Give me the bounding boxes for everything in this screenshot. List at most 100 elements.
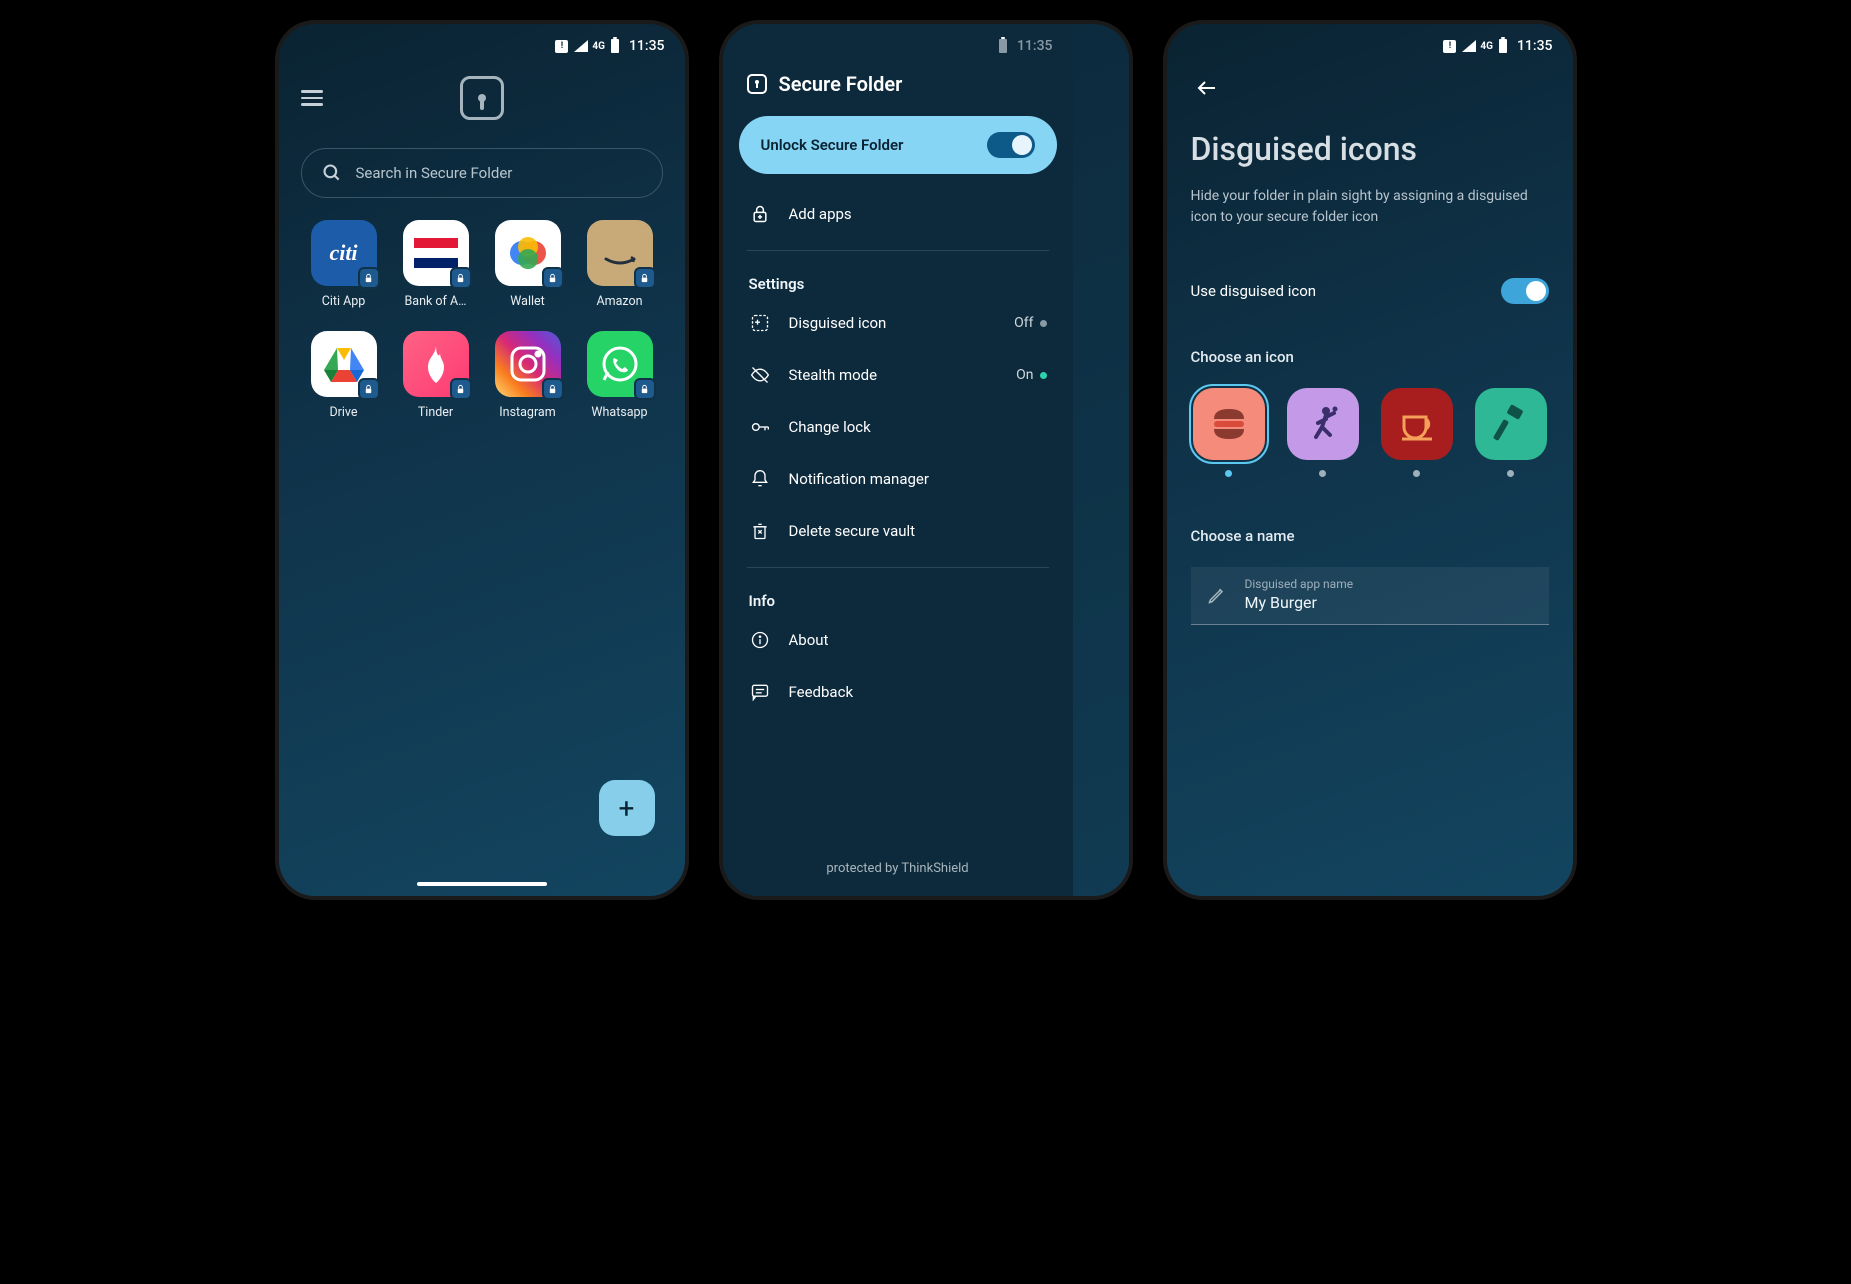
drawer-title: Secure Folder: [723, 58, 1073, 116]
status-bar: ! 4G 11:35: [279, 24, 685, 58]
app-icon: [587, 331, 653, 397]
app-icon: citi: [311, 220, 377, 286]
drawer-item-label: About: [789, 631, 1047, 649]
app-item[interactable]: Amazon: [579, 220, 661, 309]
stealth-icon: [749, 365, 771, 385]
drawer-item-chat[interactable]: Feedback: [723, 666, 1073, 718]
selection-dot: [1319, 470, 1326, 477]
selection-dot: [1507, 470, 1514, 477]
info-icon: [749, 630, 771, 650]
icon-option-hammer[interactable]: [1473, 388, 1549, 477]
drawer-item-trash[interactable]: Delete secure vault: [723, 505, 1073, 557]
unlock-toggle-row[interactable]: Unlock Secure Folder: [739, 116, 1057, 174]
use-disguised-toggle[interactable]: [1501, 278, 1549, 304]
choose-name-label: Choose a name: [1191, 527, 1549, 545]
secure-folder-logo-icon: [460, 76, 504, 120]
search-placeholder: Search in Secure Folder: [356, 164, 513, 182]
search-input[interactable]: Search in Secure Folder: [301, 148, 663, 198]
drawer-item-key[interactable]: Change lock: [723, 401, 1073, 453]
bell-icon: [749, 469, 771, 489]
drawer-footer: protected by ThinkShield: [723, 861, 1073, 876]
key-icon: [749, 417, 771, 437]
drawer-item-label: Delete secure vault: [789, 522, 1047, 540]
choose-icon-label: Choose an icon: [1191, 348, 1549, 366]
app-item[interactable]: Tinder: [395, 331, 477, 420]
drawer-item-add-apps[interactable]: Add apps: [723, 188, 1073, 240]
app-label: Amazon: [596, 294, 642, 309]
drawer-heading: Secure Folder: [779, 72, 903, 96]
sim-icon: !: [1443, 40, 1456, 53]
home-indicator[interactable]: [417, 882, 547, 886]
app-icon: [587, 220, 653, 286]
app-label: Tinder: [418, 405, 453, 420]
disguised-name-field[interactable]: Disguised app name My Burger: [1191, 567, 1549, 625]
page-title: Disguised icons: [1191, 130, 1549, 168]
network-label: 4G: [1480, 41, 1493, 52]
app-grid: citi Citi App Bank of A… Wallet Amazon D…: [279, 220, 685, 420]
coffee-icon: [1381, 388, 1453, 460]
app-icon: [403, 220, 469, 286]
nav-drawer: 11:35 Secure Folder Unlock Secure Folder…: [723, 24, 1073, 896]
use-disguised-label: Use disguised icon: [1191, 282, 1317, 300]
status-bar: ! 4G 11:35: [1167, 24, 1573, 58]
drawer-item-label: Stealth mode: [789, 366, 999, 384]
app-label: Wallet: [510, 294, 545, 309]
app-label: Instagram: [499, 405, 555, 420]
header: [279, 58, 685, 130]
sim-icon: !: [555, 40, 568, 53]
drawer-item-status: Off: [1014, 315, 1046, 331]
signal-icon: [1462, 40, 1476, 52]
network-label: 4G: [592, 41, 605, 52]
use-disguised-toggle-row[interactable]: Use disguised icon: [1191, 278, 1549, 304]
icon-picker: [1191, 388, 1549, 477]
app-item[interactable]: Bank of A…: [395, 220, 477, 309]
app-item[interactable]: Wallet: [487, 220, 569, 309]
app-label: Drive: [329, 405, 357, 420]
hammer-icon: [1475, 388, 1547, 460]
lock-plus-icon: [749, 204, 771, 224]
drawer-item-disguise[interactable]: Disguised icon Off: [723, 297, 1073, 349]
trash-icon: [749, 521, 771, 541]
app-item[interactable]: Whatsapp: [579, 331, 661, 420]
status-bar: 11:35: [723, 24, 1073, 58]
screen-disguised-icons: ! 4G 11:35 Disguised icons Hide your fol…: [1163, 20, 1577, 900]
screen-drawer: 11:35 Secure Folder Unlock Secure Folder…: [719, 20, 1133, 900]
icon-option-coffee[interactable]: [1379, 388, 1455, 477]
signal-icon: [574, 40, 588, 52]
status-time: 11:35: [1517, 38, 1553, 54]
add-apps-label: Add apps: [789, 205, 1047, 223]
drawer-item-status: On: [1016, 367, 1046, 383]
icon-option-burger[interactable]: [1191, 388, 1267, 477]
unlock-toggle[interactable]: [987, 132, 1035, 158]
selection-dot: [1225, 470, 1232, 477]
drawer-item-info[interactable]: About: [723, 614, 1073, 666]
app-label: Whatsapp: [591, 405, 647, 420]
dance-icon: [1287, 388, 1359, 460]
drawer-item-label: Feedback: [789, 683, 1047, 701]
app-item[interactable]: Drive: [303, 331, 385, 420]
icon-option-dance[interactable]: [1285, 388, 1361, 477]
battery-icon: [611, 39, 619, 53]
status-time: 11:35: [1017, 38, 1053, 54]
pencil-icon: [1207, 585, 1227, 605]
back-header: [1191, 58, 1549, 130]
name-field-label: Disguised app name: [1245, 577, 1533, 591]
menu-icon[interactable]: [301, 90, 323, 106]
app-icon: [311, 331, 377, 397]
status-time: 11:35: [629, 38, 665, 54]
drawer-item-stealth[interactable]: Stealth mode On: [723, 349, 1073, 401]
add-fab-button[interactable]: +: [599, 780, 655, 836]
burger-icon: [1193, 388, 1265, 460]
app-icon: [495, 220, 561, 286]
app-item[interactable]: Instagram: [487, 331, 569, 420]
back-arrow-icon[interactable]: [1195, 76, 1545, 100]
chat-icon: [749, 682, 771, 702]
lock-icon: [747, 74, 767, 94]
plus-icon: +: [619, 792, 635, 825]
divider: [747, 250, 1049, 251]
name-field-value: My Burger: [1245, 593, 1533, 612]
drawer-item-bell[interactable]: Notification manager: [723, 453, 1073, 505]
selection-dot: [1413, 470, 1420, 477]
drawer-item-label: Notification manager: [789, 470, 1047, 488]
app-item[interactable]: citi Citi App: [303, 220, 385, 309]
